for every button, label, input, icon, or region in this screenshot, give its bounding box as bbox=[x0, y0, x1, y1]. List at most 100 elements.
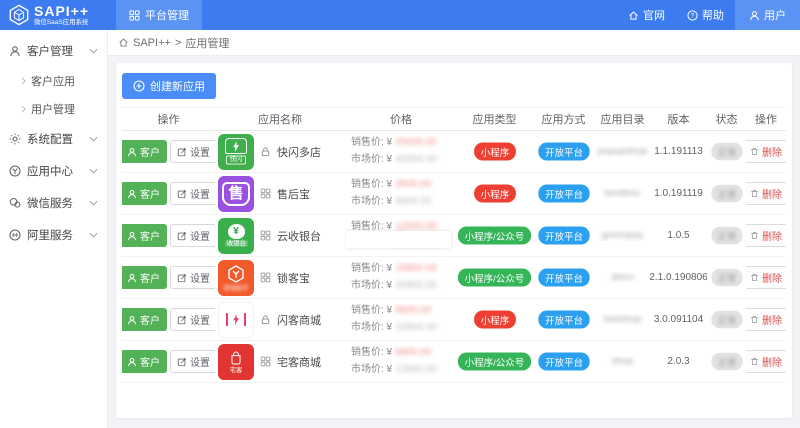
breadcrumb: SAPI++ > 应用管理 bbox=[108, 30, 800, 56]
nav-label: 帮助 bbox=[702, 10, 724, 22]
price-cover-box bbox=[346, 231, 451, 248]
sidebar: 客户管理 客户应用 用户管理 系统配置 应用中心 微信服务 阿里服务 bbox=[0, 30, 108, 428]
delete-button[interactable]: 删除 bbox=[746, 224, 786, 247]
sale-price-line: 销售价: ¥ 15800.00 bbox=[351, 262, 437, 276]
sidebar-item-system-config[interactable]: 系统配置 bbox=[0, 123, 107, 155]
delete-button[interactable]: 删除 bbox=[746, 308, 786, 331]
nav-user[interactable]: 用户 bbox=[735, 0, 800, 30]
topbar-nav: 官网 ? 帮助 用户 bbox=[617, 0, 800, 30]
table-row: 客户 设置 宅客 宅客商城 销售价: ¥ 6800.00 市场价: ¥ 1280… bbox=[122, 341, 786, 383]
status-cell: 正常 bbox=[707, 268, 746, 287]
version-cell: 2.1.0.190806 bbox=[650, 272, 707, 283]
sidebar-item-wechat-service[interactable]: 微信服务 bbox=[0, 187, 107, 219]
market-price-line: 市场价: ¥ 16800.00 bbox=[351, 321, 437, 335]
price-cell: 销售价: ¥ 6800.00 市场价: ¥ 12800.00 bbox=[345, 346, 457, 377]
customer-button[interactable]: 客户 bbox=[122, 350, 167, 373]
app-mode-cell: 开放平台 bbox=[532, 142, 595, 161]
version-value: 3.0.091104 bbox=[653, 314, 704, 325]
nav-label: 用户 bbox=[764, 10, 786, 22]
price-cell: 销售价: ¥ 12000.00 市场价: ¥ 20000.00 bbox=[345, 220, 457, 251]
sidebar-item-app-center[interactable]: 应用中心 bbox=[0, 155, 107, 187]
app-name-cell: 售 售后宝 bbox=[215, 175, 345, 212]
settings-button[interactable]: 设置 bbox=[170, 266, 215, 289]
del-cell: 删除 bbox=[746, 350, 786, 373]
settings-button[interactable]: 设置 bbox=[170, 350, 215, 373]
status-text: 正常 bbox=[717, 358, 736, 369]
header-app-dir: 应用目录 bbox=[600, 114, 645, 126]
status-badge: 正常 bbox=[710, 226, 743, 245]
nav-help[interactable]: ? 帮助 bbox=[676, 0, 735, 30]
version-cell: 1.0.5 bbox=[650, 230, 707, 241]
app-mode-cell: 开放平台 bbox=[532, 226, 595, 245]
delete-button[interactable]: 删除 bbox=[746, 140, 786, 163]
settings-button[interactable]: 设置 bbox=[170, 224, 215, 247]
settings-button[interactable]: 设置 bbox=[170, 182, 215, 205]
version-cell: 1.0.191119 bbox=[650, 188, 707, 199]
del-cell: 删除 bbox=[746, 140, 786, 163]
market-price-value: 40000.00 bbox=[395, 154, 437, 165]
main-content: 创建新应用 操作 应用名称 价格 应用类型 应用方式 应用目录 版本 状态 操作… bbox=[108, 56, 800, 428]
customer-button[interactable]: 客户 bbox=[122, 224, 167, 247]
market-price-line: 市场价: ¥ 40000.00 bbox=[351, 153, 437, 167]
sidebar-item-customer-apps[interactable]: 客户应用 bbox=[0, 67, 107, 95]
customer-button[interactable]: 客户 bbox=[122, 308, 167, 331]
market-price-value: 26800.00 bbox=[395, 280, 437, 291]
status-cell: 正常 bbox=[707, 142, 746, 161]
delete-button[interactable]: 删除 bbox=[746, 266, 786, 289]
sidebar-item-ali-service[interactable]: 阿里服务 bbox=[0, 219, 107, 251]
grid-icon bbox=[260, 356, 271, 367]
settings-label: 设置 bbox=[190, 274, 210, 285]
header-app-name: 应用名称 bbox=[258, 114, 302, 126]
settings-label: 设置 bbox=[190, 148, 210, 159]
tab-platform-manage[interactable]: 平台管理 bbox=[116, 0, 202, 30]
app-list-card: 创建新应用 操作 应用名称 价格 应用类型 应用方式 应用目录 版本 状态 操作… bbox=[116, 63, 792, 418]
price-cell: 销售价: ¥ 15800.00 市场价: ¥ 26800.00 bbox=[345, 262, 457, 293]
market-price-label: 市场价: ¥ bbox=[351, 280, 393, 291]
nav-official-site[interactable]: 官网 bbox=[617, 0, 676, 30]
app-name-cell: 快闪 快闪多店 bbox=[215, 133, 345, 170]
breadcrumb-root[interactable]: SAPI++ bbox=[133, 37, 171, 49]
delete-button[interactable]: 删除 bbox=[746, 350, 786, 373]
app-window: SAPI++ 微信SaaS应用系统 平台管理 官网 ? 帮助 用户 客户管理 客… bbox=[0, 0, 800, 428]
create-app-button[interactable]: 创建新应用 bbox=[122, 73, 216, 99]
tile-glyph: ¥ bbox=[227, 224, 245, 239]
sidebar-item-label: 阿里服务 bbox=[27, 230, 73, 242]
user-icon bbox=[127, 147, 137, 157]
chevron-right-icon bbox=[21, 77, 26, 85]
app-type-cell: 小程序 bbox=[457, 310, 532, 329]
app-type-cell: 小程序/公众号 bbox=[457, 268, 532, 287]
chevron-down-icon bbox=[89, 168, 98, 174]
app-type-badge: 小程序 bbox=[473, 184, 516, 203]
sidebar-item-user-manage[interactable]: 用户管理 bbox=[0, 95, 107, 123]
app-name: 快闪多店 bbox=[277, 146, 321, 159]
settings-button[interactable]: 设置 bbox=[170, 140, 215, 163]
logo: SAPI++ 微信SaaS应用系统 bbox=[0, 0, 112, 30]
sale-price-value: 6800.00 bbox=[395, 347, 432, 358]
customer-button[interactable]: 客户 bbox=[122, 140, 167, 163]
grid-icon bbox=[260, 272, 271, 283]
app-mode-badge: 开放平台 bbox=[537, 142, 590, 161]
customer-button[interactable]: 客户 bbox=[122, 182, 167, 205]
app-dir-value: alren bbox=[611, 272, 634, 283]
chevron-right-icon bbox=[21, 105, 26, 113]
status-text: 正常 bbox=[717, 274, 736, 285]
sidebar-item-label: 客户应用 bbox=[31, 76, 75, 88]
app-icon-tile: 快闪 bbox=[218, 133, 254, 170]
app-type-cell: 小程序 bbox=[457, 142, 532, 161]
status-text: 正常 bbox=[717, 148, 736, 159]
app-type-cell: 小程序/公众号 bbox=[457, 226, 532, 245]
customer-button[interactable]: 客户 bbox=[122, 266, 167, 289]
delete-button[interactable]: 删除 bbox=[746, 182, 786, 205]
market-price-line: 市场价: ¥ 6800.00 bbox=[351, 195, 431, 209]
app-dir-cell: greenpay bbox=[595, 230, 650, 241]
app-type-badge: 小程序 bbox=[473, 310, 516, 329]
trash-icon bbox=[750, 357, 759, 366]
app-name: 闪客商城 bbox=[277, 314, 321, 327]
gear-icon bbox=[9, 133, 21, 145]
header-app-mode: 应用方式 bbox=[541, 114, 586, 126]
sidebar-item-customer-manage[interactable]: 客户管理 bbox=[0, 35, 107, 67]
status-text: 正常 bbox=[717, 232, 736, 243]
create-app-label: 创建新应用 bbox=[150, 81, 205, 93]
settings-button[interactable]: 设置 bbox=[170, 308, 215, 331]
sidebar-item-label: 用户管理 bbox=[31, 104, 75, 116]
